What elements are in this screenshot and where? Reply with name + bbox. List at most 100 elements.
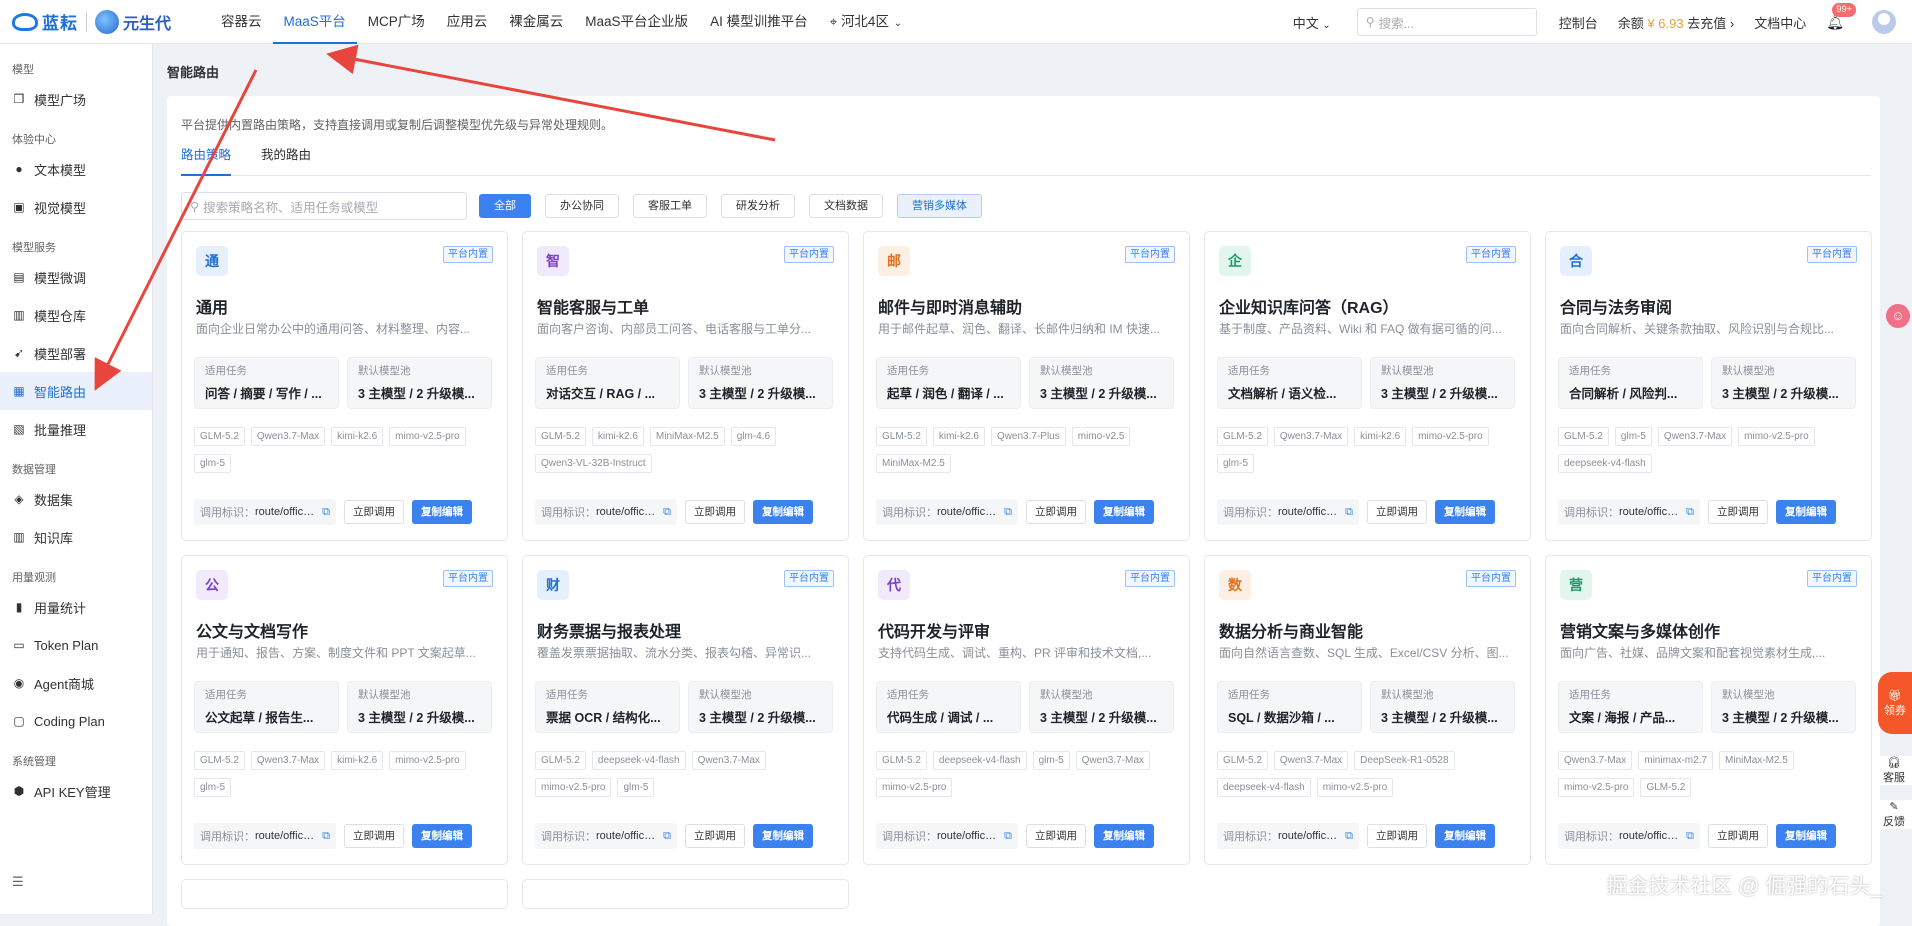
sidebar-item-route[interactable]: ▦智能路由 — [0, 372, 152, 410]
user-avatar[interactable] — [1872, 10, 1896, 34]
page-description: 平台提供内置路由策略，支持直接调用或复制后调整模型优先级与异常处理规则。 — [181, 116, 613, 133]
filter-chip-4[interactable]: 文档数据 — [809, 194, 883, 218]
nav-item-3[interactable]: 应用云 — [436, 0, 499, 44]
strategy-card[interactable]: 数平台内置数据分析与商业智能面向自然语言查数、SQL 生成、Excel/CSV … — [1204, 555, 1531, 865]
nav-item-6[interactable]: AI 模型训推平台 — [699, 0, 819, 44]
strategy-card-partial[interactable] — [181, 879, 508, 909]
copy-icon[interactable]: ⧉ — [1686, 830, 1694, 843]
dataset-icon: ◈ — [12, 492, 26, 506]
sidebar-item-label: Token Plan — [34, 638, 98, 653]
balance-widget[interactable]: 余额 ¥ 6.93 去充值 › — [1618, 13, 1734, 32]
sidebar-item-code[interactable]: ▢Coding Plan — [0, 702, 152, 740]
filter-chip-1[interactable]: 办公协同 — [545, 194, 619, 218]
strategy-card[interactable]: 代平台内置代码开发与评审支持代码生成、调试、重构、PR 评审和技术文档,...适… — [863, 555, 1190, 865]
invoke-button[interactable]: 立即调用 — [1708, 824, 1768, 848]
invoke-button[interactable]: 立即调用 — [1367, 824, 1427, 848]
docs-link[interactable]: 文档中心 — [1754, 13, 1806, 32]
notification-bell-icon[interactable]: 🔔︎99+ — [1826, 14, 1844, 31]
sidebar-item-plan[interactable]: ▭Token Plan — [0, 626, 152, 664]
sidebar-item-batch[interactable]: ▧批量推理 — [0, 410, 152, 448]
book-icon: ▥ — [12, 530, 26, 544]
filter-chip-2[interactable]: 客服工单 — [633, 194, 707, 218]
invoke-button[interactable]: 立即调用 — [344, 824, 404, 848]
global-search-input[interactable]: ⚲搜索... — [1357, 8, 1537, 36]
feedback-button[interactable]: ✎反馈 — [1876, 800, 1912, 829]
sidebar-item-dataset[interactable]: ◈数据集 — [0, 480, 152, 518]
console-link[interactable]: 控制台 — [1559, 13, 1598, 32]
copy-edit-button[interactable]: 复制编辑 — [412, 500, 472, 524]
copy-edit-button[interactable]: 复制编辑 — [1094, 824, 1154, 848]
model-tag: GLM-5.2 — [1640, 778, 1691, 797]
strategy-card[interactable]: 合平台内置合同与法务审阅面向合同解析、关键条款抽取、风险识别与合规比...适用任… — [1545, 231, 1872, 541]
top-navbar: 蓝耘 元生代 容器云MaaS平台MCP广场应用云裸金属云MaaS平台企业版AI … — [0, 0, 1912, 44]
nav-item-0[interactable]: 容器云 — [210, 0, 273, 44]
nav-item-4[interactable]: 裸金属云 — [498, 0, 574, 44]
tab-1[interactable]: 我的路由 — [261, 144, 311, 176]
strategy-card[interactable]: 财平台内置财务票据与报表处理覆盖发票票据抽取、流水分类、报表勾稽、异常识...适… — [522, 555, 849, 865]
sidebar-item-tune[interactable]: ▤模型微调 — [0, 258, 152, 296]
sidebar-item-bar-chart[interactable]: ▮用量统计 — [0, 588, 152, 626]
sidebar-item-book[interactable]: ▥知识库 — [0, 518, 152, 556]
copy-edit-button[interactable]: 复制编辑 — [412, 824, 472, 848]
copy-edit-button[interactable]: 复制编辑 — [1435, 824, 1495, 848]
invoke-button[interactable]: 立即调用 — [344, 500, 404, 524]
copy-icon[interactable]: ⧉ — [1004, 506, 1012, 519]
invoke-button[interactable]: 立即调用 — [685, 824, 745, 848]
copy-edit-button[interactable]: 复制编辑 — [753, 500, 813, 524]
copy-edit-button[interactable]: 复制编辑 — [1776, 500, 1836, 524]
strategy-card[interactable]: 智平台内置智能客服与工单面向客户咨询、内部员工问答、电话客服与工单分...适用任… — [522, 231, 849, 541]
strategy-card[interactable]: 企平台内置企业知识库问答（RAG）基于制度、产品资料、Wiki 和 FAQ 做有… — [1204, 231, 1531, 541]
brand-logo[interactable]: 蓝耘 元生代 — [0, 0, 210, 44]
strategy-card[interactable]: 通平台内置通用面向企业日常办公中的通用问答、材料整理、内容...适用任务问答 /… — [181, 231, 508, 541]
strategy-card-partial[interactable] — [522, 879, 849, 909]
copy-edit-button[interactable]: 复制编辑 — [1094, 500, 1154, 524]
sidebar-item-agent[interactable]: ◉Agent商城 — [0, 664, 152, 702]
sidebar-item-storage[interactable]: ▥模型仓库 — [0, 296, 152, 334]
strategy-search-input[interactable]: ⚲搜索策略名称、适用任务或模型 — [181, 192, 467, 220]
strategy-card[interactable]: 营平台内置营销文案与多媒体创作面向广告、社媒、品牌文案和配套视觉素材生成,...… — [1545, 555, 1872, 865]
pool-value: 3 主模型 / 2 升级模... — [358, 707, 481, 726]
copy-icon[interactable]: ⧉ — [1686, 506, 1694, 519]
nav-item-2[interactable]: MCP广场 — [357, 0, 436, 44]
copy-icon[interactable]: ⧉ — [663, 830, 671, 843]
model-tag: GLM-5.2 — [876, 427, 927, 446]
sidebar-item-key[interactable]: ⬢API KEY管理 — [0, 772, 152, 810]
copy-icon[interactable]: ⧉ — [663, 506, 671, 519]
task-label: 适用任务 — [205, 364, 328, 378]
invoke-button[interactable]: 立即调用 — [685, 500, 745, 524]
coupon-float-button[interactable]: 🎁︎领券 — [1878, 672, 1912, 734]
copy-icon[interactable]: ⧉ — [322, 506, 330, 519]
recharge-link[interactable]: 去充值 — [1687, 16, 1726, 31]
model-tag: Qwen3.7-Max — [251, 427, 325, 446]
pool-value: 3 主模型 / 2 升级模... — [358, 383, 481, 402]
nav-item-1[interactable]: MaaS平台 — [273, 0, 357, 44]
assistant-float-icon[interactable]: ☺ — [1886, 304, 1910, 328]
sidebar-item-rocket[interactable]: ➹模型部署 — [0, 334, 152, 372]
copy-icon[interactable]: ⧉ — [1345, 506, 1353, 519]
card-description: 面向自然语言查数、SQL 生成、Excel/CSV 分析、图... — [1219, 644, 1509, 661]
language-switcher[interactable]: 中文 ⌄ — [1293, 13, 1331, 32]
strategy-card[interactable]: 公平台内置公文与文档写作用于通知、报告、方案、制度文件和 PPT 文案起草...… — [181, 555, 508, 865]
filter-chip-3[interactable]: 研发分析 — [721, 194, 795, 218]
copy-edit-button[interactable]: 复制编辑 — [753, 824, 813, 848]
filter-chip-0[interactable]: 全部 — [479, 194, 531, 218]
invoke-button[interactable]: 立即调用 — [1708, 500, 1768, 524]
sidebar-item-chat[interactable]: ●文本模型 — [0, 150, 152, 188]
invoke-button[interactable]: 立即调用 — [1026, 824, 1086, 848]
nav-item-5[interactable]: MaaS平台企业版 — [574, 0, 699, 44]
copy-edit-button[interactable]: 复制编辑 — [1776, 824, 1836, 848]
filter-chip-5[interactable]: 营销多媒体 — [897, 194, 982, 218]
invoke-button[interactable]: 立即调用 — [1367, 500, 1427, 524]
strategy-card[interactable]: 邮平台内置邮件与即时消息辅助用于邮件起草、润色、翻译、长邮件归纳和 IM 快速.… — [863, 231, 1190, 541]
nav-item-7[interactable]: ⌖ 河北4区 ⌄ — [819, 0, 914, 44]
invoke-button[interactable]: 立即调用 — [1026, 500, 1086, 524]
customer-service-button[interactable]: 🎧︎客服 — [1876, 756, 1912, 785]
copy-edit-button[interactable]: 复制编辑 — [1435, 500, 1495, 524]
copy-icon[interactable]: ⧉ — [322, 830, 330, 843]
copy-icon[interactable]: ⧉ — [1004, 830, 1012, 843]
sidebar-item-camera[interactable]: ▣视觉模型 — [0, 188, 152, 226]
tab-0[interactable]: 路由策略 — [181, 144, 231, 176]
sidebar-item-cube[interactable]: ❒模型广场 — [0, 80, 152, 118]
copy-icon[interactable]: ⧉ — [1345, 830, 1353, 843]
collapse-sidebar-icon[interactable]: ☰ — [12, 874, 24, 890]
